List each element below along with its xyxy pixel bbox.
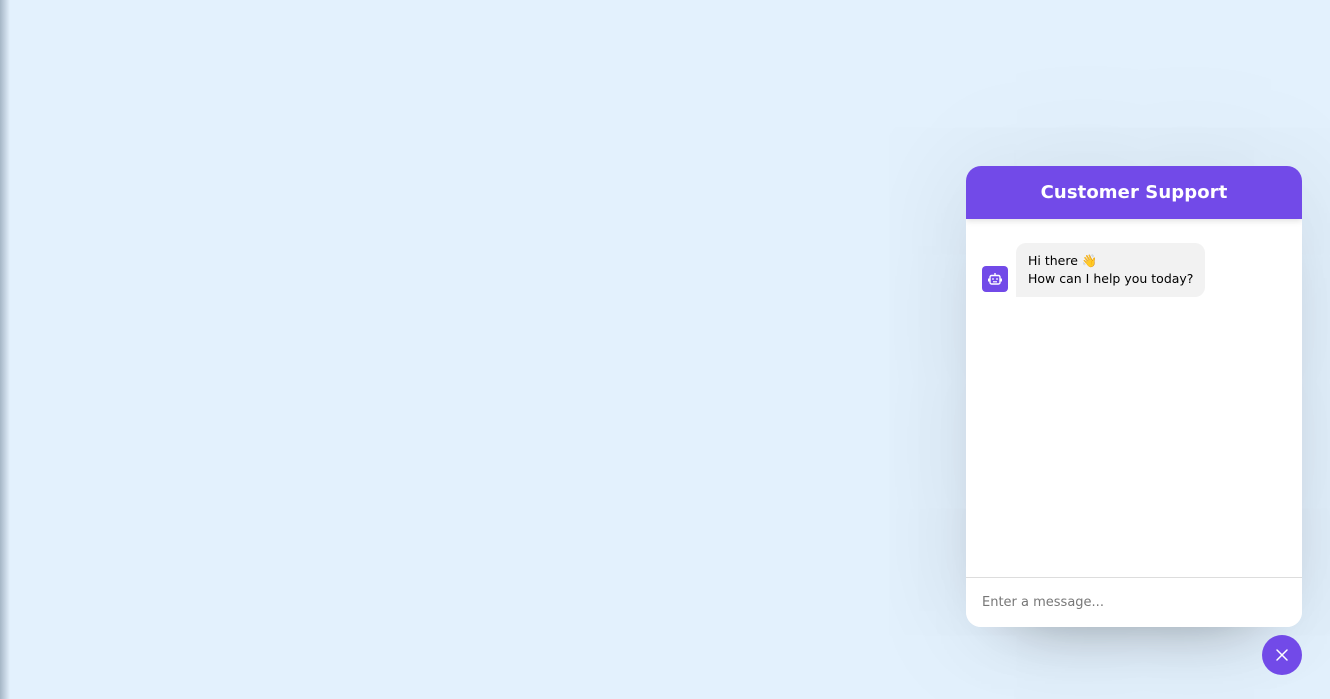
chat-input-bar xyxy=(966,577,1302,627)
chat-widget: Customer Support Hi there 👋 How can I he… xyxy=(966,166,1302,627)
chat-title: Customer Support xyxy=(1040,182,1228,203)
page-edge-shadow xyxy=(0,0,10,699)
close-icon xyxy=(1275,648,1289,662)
message-bubble: Hi there 👋 How can I help you today? xyxy=(1016,243,1206,297)
incoming-message: Hi there 👋 How can I help you today? xyxy=(982,243,1286,297)
chat-header: Customer Support xyxy=(966,166,1302,219)
chat-message-list[interactable]: Hi there 👋 How can I help you today? xyxy=(966,219,1302,577)
smart-toy-icon xyxy=(982,266,1008,292)
chat-toggle-button[interactable] xyxy=(1262,635,1302,675)
message-input[interactable] xyxy=(966,592,1302,613)
